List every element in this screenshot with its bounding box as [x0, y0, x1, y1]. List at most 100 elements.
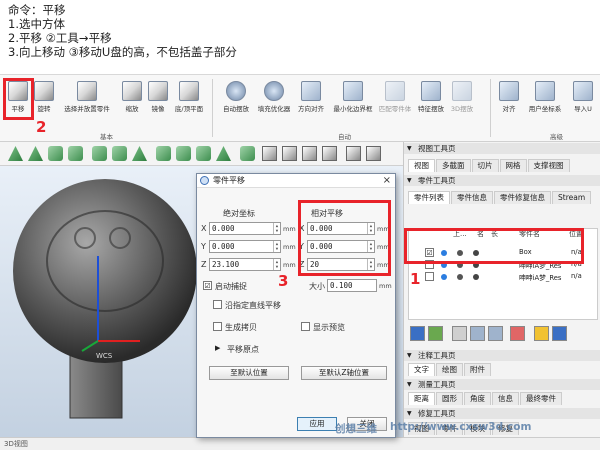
ribbon-rotate-button[interactable]: 旋转 [32, 81, 56, 113]
measure-toolbar-header[interactable]: 测量工具页 [404, 379, 600, 390]
tab-distance[interactable]: 距离 [408, 392, 435, 405]
z-default-position-button[interactable]: 至默认Z轴位置 [301, 366, 387, 380]
spin-icon[interactable]: ▲ ▼ [273, 259, 280, 270]
ribbon-import-button[interactable]: 导入U [568, 81, 598, 113]
part-tool-icon[interactable] [488, 326, 503, 341]
along-axis-checkbox[interactable] [213, 300, 222, 309]
ribbon-auto-place-button[interactable]: 自动摆放 [218, 81, 254, 113]
tool-icon[interactable] [240, 146, 255, 161]
tool-icon[interactable] [92, 146, 107, 161]
spin-icon[interactable]: ▲ ▼ [273, 241, 280, 252]
ribbon-match-button[interactable]: 匹配零件体 [378, 81, 412, 113]
tab-view[interactable]: 视图 [408, 159, 435, 172]
ribbon-align2-label: 对齐 [502, 105, 516, 113]
size-field[interactable]: 0.100 [327, 279, 377, 292]
tool-icon[interactable] [132, 146, 147, 161]
delete-icon[interactable] [510, 326, 525, 341]
tool-icon[interactable] [176, 146, 191, 161]
ribbon-min-bbox-button[interactable]: 最小化边界框 [330, 81, 376, 113]
tab-mesh[interactable]: 网格 [499, 159, 527, 172]
snap-checkbox[interactable]: ☑ [203, 281, 212, 290]
tool-icon[interactable] [196, 146, 211, 161]
tab-part-repair-info[interactable]: 零件修复信息 [494, 191, 551, 204]
tab-slice[interactable]: 切片 [471, 159, 499, 172]
tool-icon[interactable] [216, 146, 231, 161]
close-icon[interactable]: × [383, 174, 391, 187]
unit-label: mm [283, 243, 296, 251]
tab-info[interactable]: 信息 [492, 392, 519, 405]
abs-z-field[interactable]: 23.100 ▲ ▼ [209, 258, 281, 271]
sphere-part [13, 179, 197, 363]
default-position-button[interactable]: 至默认位置 [209, 366, 289, 380]
tab-angle[interactable]: 角度 [464, 392, 491, 405]
tool-icon[interactable] [28, 146, 43, 161]
watermark-side: 创想三维 [335, 423, 377, 435]
part-toolbar-header[interactable]: 零件工具页 [404, 175, 600, 186]
match-icon [385, 81, 405, 101]
view-tabs: 视图 多截面 切片 网格 支撑视图 [408, 159, 571, 172]
row-checkbox[interactable] [425, 272, 434, 281]
show-preview-checkbox[interactable] [301, 322, 310, 331]
dialog-titlebar[interactable]: 零件平移 × [197, 174, 395, 188]
view-cube-icon[interactable] [366, 146, 381, 161]
apply-button[interactable]: 应用 [297, 417, 337, 431]
gen-copy-checkbox[interactable] [213, 322, 222, 331]
part-tool-icon[interactable] [452, 326, 467, 341]
part-tool-icon[interactable] [410, 326, 425, 341]
part-tool-icon[interactable] [470, 326, 485, 341]
unit-label: mm [283, 225, 296, 233]
size-label: 大小 [309, 282, 325, 291]
ucs-icon [535, 81, 555, 101]
tab-text[interactable]: 文字 [408, 363, 435, 376]
ribbon-feature-button[interactable]: 特征摆放 [414, 81, 448, 113]
tab-part-info[interactable]: 零件信息 [451, 191, 493, 204]
ribbon-place3d-button[interactable]: 3D摆放 [450, 81, 474, 113]
tool-icon[interactable] [68, 146, 83, 161]
marker-three: 3 [278, 272, 289, 290]
abs-y-field[interactable]: 0.000 ▲ ▼ [209, 240, 281, 253]
note-tabs: 文字 绘图 附件 [408, 363, 492, 376]
table-row[interactable]: 呻呻iA梦_Res n/a [409, 272, 597, 282]
repair-toolbar-header[interactable]: 修复工具页 [404, 408, 600, 419]
translate-origin-label[interactable]: 平移原点 [227, 344, 259, 355]
ribbon-scale-button[interactable]: 缩放 [120, 81, 144, 113]
spin-icon[interactable]: ▲ ▼ [273, 223, 280, 234]
view-cube-icon[interactable] [282, 146, 297, 161]
tab-part-list[interactable]: 零件列表 [408, 191, 450, 204]
tool-icon[interactable] [8, 146, 23, 161]
tab-support-view[interactable]: 支撑视图 [527, 159, 570, 172]
tool-icon[interactable] [48, 146, 63, 161]
part-tool-icon[interactable] [534, 326, 549, 341]
view-cube-icon[interactable] [322, 146, 337, 161]
tab-drawing[interactable]: 绘图 [436, 363, 463, 376]
tool-icon[interactable] [112, 146, 127, 161]
lock-icon[interactable] [457, 274, 463, 280]
view-cube-icon[interactable] [346, 146, 361, 161]
ribbon-place-button[interactable]: 选择并放置零件 [58, 81, 116, 113]
tab-stream[interactable]: Stream [552, 191, 592, 204]
part-tool-icon[interactable] [552, 326, 567, 341]
tool-icon[interactable] [156, 146, 171, 161]
plane-icon [179, 81, 199, 101]
ribbon-align2-button[interactable]: 对齐 [496, 81, 522, 113]
part-tool-icon[interactable] [428, 326, 443, 341]
tab-attachment[interactable]: 附件 [464, 363, 491, 376]
view-toolbar-header[interactable]: 视图工具页 [404, 143, 600, 154]
abs-x-field[interactable]: 0.000 ▲ ▼ [209, 222, 281, 235]
auto-place-icon [226, 81, 246, 101]
expand-icon[interactable]: ▶ [215, 344, 220, 352]
ribbon-group-auto: 自动 [338, 133, 351, 141]
ribbon-align-button[interactable]: 方向对齐 [294, 81, 328, 113]
ribbon-nest-button[interactable]: 填充优化器 [256, 81, 292, 113]
view-cube-icon[interactable] [302, 146, 317, 161]
ribbon-mirror-button[interactable]: 镜像 [146, 81, 170, 113]
tab-multi-section[interactable]: 多截面 [436, 159, 471, 172]
ribbon-ucs-button[interactable]: 用户坐标系 [526, 81, 564, 113]
visibility-icon[interactable] [441, 274, 447, 280]
note-toolbar-header[interactable]: 注释工具页 [404, 350, 600, 361]
ribbon-plane-button[interactable]: 底/顶平面 [172, 81, 206, 113]
instruction-line-3: 2.平移 ②工具→平移 [8, 31, 112, 45]
view-cube-icon[interactable] [262, 146, 277, 161]
tab-final-part[interactable]: 最终零件 [520, 392, 562, 405]
tab-circle[interactable]: 圆形 [436, 392, 463, 405]
